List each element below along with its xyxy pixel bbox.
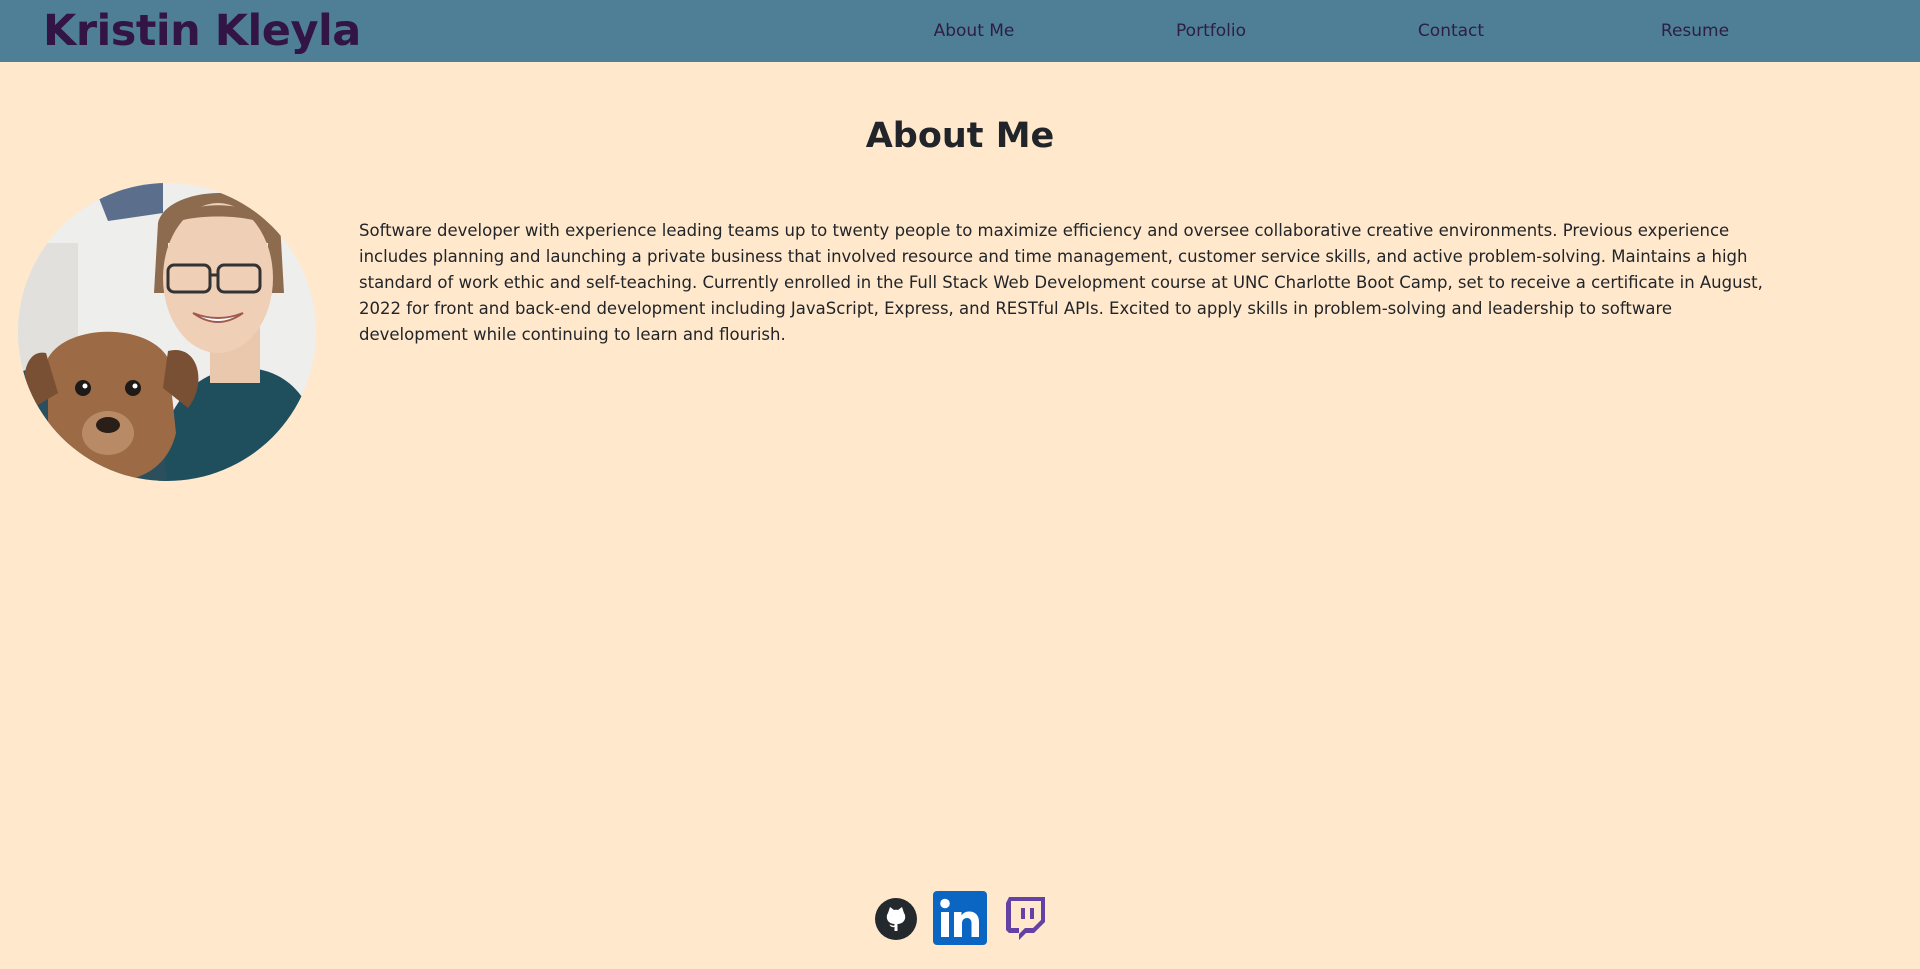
brand-name[interactable]: Kristin Kleyla [43,5,361,57]
profile-photo-illustration [18,183,316,481]
twitch-icon [1006,897,1045,940]
twitch-link[interactable] [1002,897,1045,942]
profile-photo [18,183,316,481]
top-navbar: Kristin Kleyla About Me Portfolio Contac… [0,0,1920,62]
github-link[interactable] [875,898,917,940]
nav-resume[interactable]: Resume [1661,20,1729,42]
linkedin-icon [933,891,987,945]
bio-paragraph: Software developer with experience leadi… [359,221,1763,344]
page-title: About Me [865,116,1055,156]
nav-contact[interactable]: Contact [1418,20,1484,42]
linkedin-link[interactable] [933,891,987,945]
nav-portfolio[interactable]: Portfolio [1176,20,1246,42]
github-icon [875,898,917,940]
social-links [0,891,1920,947]
nav-about-me[interactable]: About Me [934,20,1015,42]
